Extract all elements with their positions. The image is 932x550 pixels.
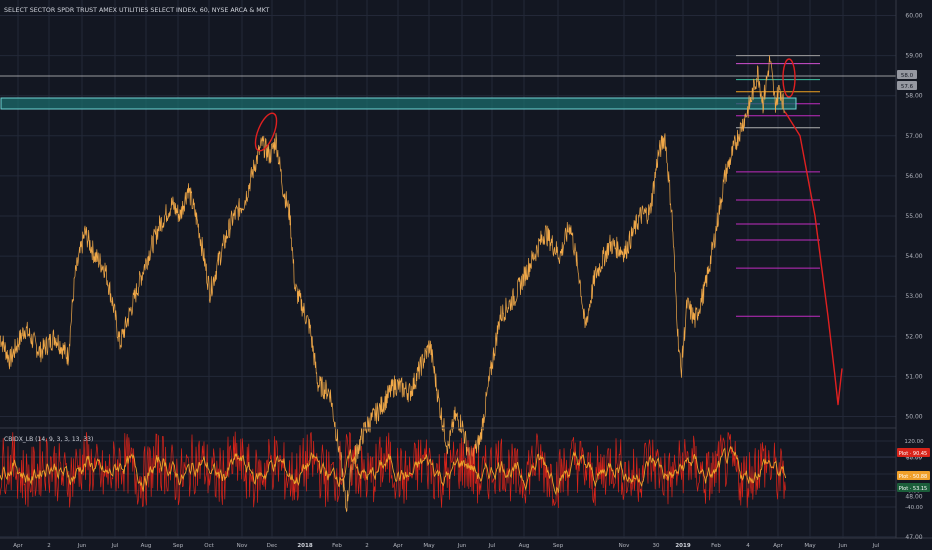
time-tick-label-5: Sep bbox=[173, 543, 184, 549]
time-tick-label-19: 30 bbox=[653, 543, 660, 549]
osc-readout-text-1: Plot · 50.88 bbox=[899, 474, 928, 480]
time-tick-label-1: 2 bbox=[47, 543, 51, 549]
osc-tick-label-4: -40.00 bbox=[905, 505, 923, 511]
price-tick-label-6: 54.00 bbox=[905, 253, 922, 260]
time-tick-label-14: Jun bbox=[457, 543, 467, 549]
time-tick-label-16: Aug bbox=[519, 543, 530, 549]
time-tick-label-9: 2018 bbox=[297, 543, 312, 549]
price-tick-label-12: 48.00 bbox=[905, 494, 922, 501]
price-tick-label-1: 59.00 bbox=[905, 53, 922, 60]
time-tick-label-22: 4 bbox=[746, 543, 750, 549]
resistance-zone-rect bbox=[0, 97, 797, 110]
price-tick-label-4: 56.00 bbox=[905, 173, 922, 180]
price-badge-text-1: 57.6 bbox=[901, 84, 914, 90]
time-tick-label-12: Apr bbox=[393, 543, 403, 549]
price-tick-label-13: 47.00 bbox=[905, 534, 922, 541]
time-tick-label-18: Nov bbox=[619, 543, 630, 549]
price-tick-label-3: 57.00 bbox=[905, 133, 922, 140]
time-tick-label-23: Apr bbox=[773, 543, 783, 549]
time-tick-label-6: Oct bbox=[204, 543, 214, 549]
time-tick-label-21: Feb bbox=[711, 543, 721, 549]
price-tick-label-0: 60.00 bbox=[905, 13, 922, 20]
resistance-zone[interactable] bbox=[0, 97, 797, 110]
time-tick-label-20: 2019 bbox=[675, 543, 690, 549]
chart-title: SELECT SECTOR SPDR TRUST AMEX UTILITIES … bbox=[4, 7, 269, 14]
osc-tick-label-0: 120.00 bbox=[904, 439, 924, 445]
price-tick-label-7: 53.00 bbox=[905, 293, 922, 300]
time-tick-label-17: Sep bbox=[553, 543, 564, 549]
time-tick-label-24: May bbox=[804, 543, 816, 549]
time-tick-label-15: Jul bbox=[488, 543, 496, 549]
price-tick-label-2: 58.00 bbox=[905, 93, 922, 100]
osc-readout-text-2: Plot · 53.15 bbox=[899, 486, 928, 492]
oscillator-label: CBIDX_LB (14, 9, 3, 3, 13, 33) bbox=[4, 436, 93, 443]
price-tick-label-10: 50.00 bbox=[905, 414, 922, 421]
chart-canvas[interactable]: SELECT SECTOR SPDR TRUST AMEX UTILITIES … bbox=[0, 0, 932, 550]
time-tick-label-8: Dec bbox=[267, 543, 278, 549]
chart-background bbox=[0, 0, 932, 550]
time-tick-label-3: Jul bbox=[111, 543, 119, 549]
time-tick-label-11: 2 bbox=[365, 543, 369, 549]
time-tick-label-2: Jun bbox=[77, 543, 87, 549]
price-tick-label-5: 55.00 bbox=[905, 213, 922, 220]
time-tick-label-4: Aug bbox=[141, 543, 152, 549]
time-tick-label-10: Feb bbox=[332, 543, 342, 549]
time-tick-label-7: Nov bbox=[237, 543, 248, 549]
osc-readout-text-0: Plot · 90.45 bbox=[899, 451, 928, 457]
price-badge-text-0: 58.0 bbox=[901, 73, 914, 79]
price-tick-label-9: 51.00 bbox=[905, 373, 922, 380]
time-tick-label-0: Apr bbox=[13, 543, 23, 549]
time-tick-label-26: Jul bbox=[872, 543, 880, 549]
time-tick-label-13: May bbox=[423, 543, 435, 549]
price-tick-label-8: 52.00 bbox=[905, 333, 922, 340]
time-tick-label-25: Jun bbox=[838, 543, 848, 549]
